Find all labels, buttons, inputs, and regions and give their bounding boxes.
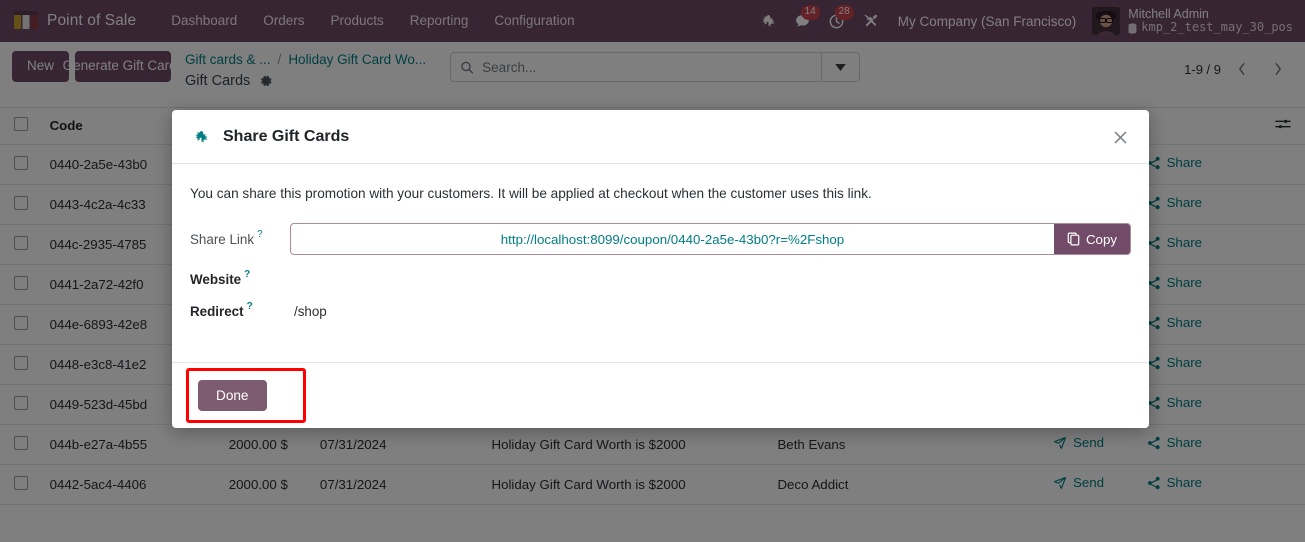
clipboard-icon	[1067, 232, 1080, 246]
redirect-label-text: Redirect	[190, 304, 244, 319]
bug-icon	[194, 130, 209, 145]
close-icon[interactable]	[1107, 124, 1133, 150]
share-link-value[interactable]: http://localhost:8099/coupon/0440-2a5e-4…	[291, 224, 1054, 254]
website-label: Website ?	[190, 270, 290, 288]
share-link-label-text: Share Link	[190, 231, 255, 247]
redirect-label: Redirect ?	[190, 302, 290, 320]
done-button[interactable]: Done	[198, 380, 267, 411]
dialog-description: You can share this promotion with your c…	[190, 186, 872, 201]
copy-button[interactable]: Copy	[1053, 224, 1130, 254]
help-tooltip-icon[interactable]: ?	[257, 229, 263, 240]
dialog-footer: Done	[172, 362, 1149, 428]
share-link-label: Share Link ?	[190, 229, 290, 247]
dialog-title: Share Gift Cards	[223, 128, 350, 145]
redirect-row: Redirect ? /shop	[190, 302, 1131, 320]
help-tooltip-icon[interactable]: ?	[244, 270, 250, 280]
website-row: Website ?	[190, 270, 1131, 288]
done-button-highlight: Done	[186, 368, 306, 423]
help-tooltip-icon[interactable]: ?	[247, 302, 253, 312]
website-label-text: Website	[190, 272, 242, 287]
redirect-value[interactable]: /shop	[290, 304, 327, 319]
share-gift-cards-dialog: Share Gift Cards You can share this prom…	[172, 110, 1149, 428]
share-link-field[interactable]: http://localhost:8099/coupon/0440-2a5e-4…	[290, 223, 1131, 255]
dialog-header: Share Gift Cards	[172, 110, 1149, 164]
share-link-row: Share Link ? http://localhost:8099/coupo…	[190, 223, 1131, 255]
copy-button-label: Copy	[1085, 231, 1117, 247]
dialog-body: You can share this promotion with your c…	[172, 164, 1149, 362]
